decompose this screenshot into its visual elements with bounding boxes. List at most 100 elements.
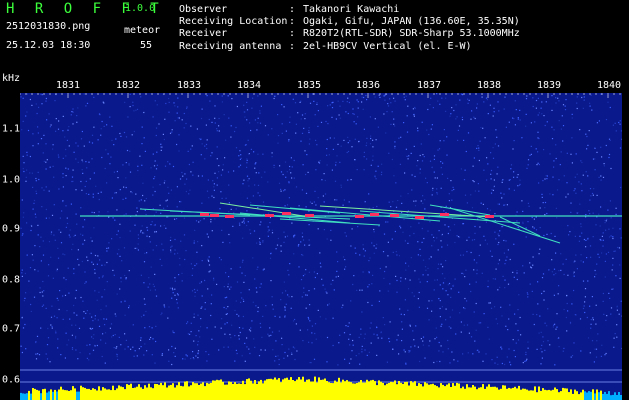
noise-speckle — [505, 325, 507, 327]
info-value: Takanori Kawachi — [303, 4, 400, 15]
noise-speckle — [201, 245, 203, 247]
noise-speckle — [453, 188, 455, 191]
noise-speckle — [394, 125, 396, 127]
noise-speckle — [197, 241, 199, 243]
noise-speckle — [174, 355, 176, 357]
noise-speckle — [168, 360, 170, 362]
noise-speckle — [317, 125, 319, 127]
noise-speckle — [367, 286, 369, 288]
noise-speckle — [363, 337, 366, 340]
noise-speckle — [492, 147, 494, 149]
noise-speckle — [606, 218, 608, 220]
noise-speckle — [312, 93, 314, 95]
noise-speckle — [307, 329, 309, 331]
noise-speckle — [589, 199, 591, 201]
noise-speckle — [85, 281, 87, 283]
noise-speckle — [335, 276, 337, 278]
noise-speckle — [55, 332, 57, 334]
noise-speckle — [271, 304, 273, 306]
noise-speckle — [388, 337, 390, 340]
noise-speckle — [525, 360, 527, 362]
noise-speckle — [529, 262, 531, 264]
noise-speckle — [192, 174, 194, 176]
noise-speckle — [260, 105, 262, 107]
noise-speckle — [389, 321, 391, 323]
noise-speckle — [244, 111, 246, 113]
histogram-bar — [222, 381, 224, 400]
histogram-bar — [124, 389, 126, 400]
histogram-bar — [588, 391, 590, 400]
noise-speckle — [89, 353, 91, 355]
noise-speckle — [311, 332, 313, 334]
noise-speckle — [612, 288, 614, 290]
noise-speckle — [162, 249, 164, 251]
noise-speckle — [48, 217, 50, 219]
noise-speckle — [114, 192, 116, 194]
histogram-bar — [484, 388, 486, 400]
noise-speckle — [52, 144, 54, 146]
noise-speckle — [440, 187, 442, 189]
noise-speckle — [436, 279, 438, 281]
noise-speckle — [420, 200, 422, 202]
histogram-bar — [526, 389, 528, 400]
noise-speckle — [104, 324, 106, 326]
noise-speckle — [586, 135, 588, 138]
noise-speckle — [21, 199, 23, 201]
histogram-bar — [258, 381, 260, 400]
noise-speckle — [405, 262, 407, 264]
noise-speckle — [590, 195, 592, 197]
noise-speckle — [605, 253, 607, 255]
noise-speckle — [91, 336, 93, 338]
noise-speckle — [250, 129, 252, 132]
noise-speckle — [255, 162, 257, 164]
noise-speckle — [581, 96, 583, 99]
noise-speckle — [448, 326, 450, 328]
noise-speckle — [208, 353, 210, 356]
noise-speckle — [262, 269, 264, 271]
noise-speckle — [447, 294, 449, 296]
noise-speckle — [145, 310, 147, 313]
noise-speckle — [358, 141, 360, 143]
noise-speckle — [369, 143, 372, 145]
noise-speckle — [462, 353, 464, 355]
noise-speckle — [288, 274, 290, 276]
histogram-bar — [110, 390, 112, 400]
noise-speckle — [366, 137, 368, 139]
noise-speckle — [539, 207, 541, 209]
noise-speckle — [284, 309, 286, 311]
noise-speckle — [485, 221, 487, 223]
noise-speckle — [327, 105, 329, 107]
histogram-bar — [584, 391, 586, 400]
noise-speckle — [456, 116, 458, 118]
noise-speckle — [605, 319, 607, 321]
histogram-bar — [514, 386, 516, 400]
noise-speckle — [417, 298, 419, 300]
noise-speckle — [346, 101, 348, 103]
noise-speckle — [605, 144, 607, 147]
histogram-bar — [562, 387, 564, 400]
noise-speckle — [588, 210, 590, 212]
noise-speckle — [410, 346, 412, 348]
noise-speckle — [71, 348, 74, 350]
noise-speckle — [350, 358, 352, 360]
noise-speckle — [246, 346, 248, 348]
noise-speckle — [584, 296, 586, 298]
noise-speckle — [308, 239, 310, 241]
noise-speckle — [281, 292, 284, 294]
noise-speckle — [60, 354, 62, 356]
noise-speckle — [476, 269, 478, 271]
noise-speckle — [234, 335, 236, 337]
noise-speckle — [439, 284, 441, 286]
noise-speckle — [447, 232, 449, 235]
noise-speckle — [21, 234, 23, 236]
noise-speckle — [418, 222, 420, 224]
noise-speckle — [584, 311, 586, 314]
noise-speckle — [54, 100, 56, 102]
noise-speckle — [257, 153, 259, 155]
noise-speckle — [171, 129, 173, 131]
noise-speckle — [372, 207, 374, 209]
histogram-bar — [432, 383, 434, 400]
noise-speckle — [445, 308, 447, 310]
noise-speckle — [399, 163, 401, 165]
noise-speckle — [476, 262, 478, 264]
